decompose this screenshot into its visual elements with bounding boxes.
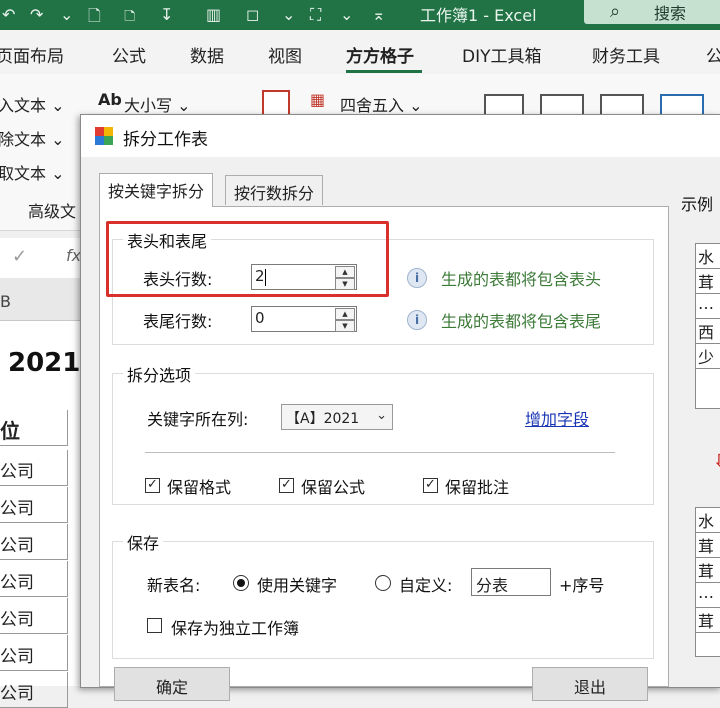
tab-split-by-rows[interactable]: 按行数拆分 — [225, 175, 324, 205]
active-tab-underline — [346, 70, 422, 73]
dropdown-chevron-icon[interactable]: ⌄ — [340, 5, 353, 24]
example-table-top: 水 茸 … 西 少 — [695, 243, 720, 409]
header-hint: 生成的表都将包含表头 — [441, 270, 602, 289]
file-icon[interactable]: 🗅 — [124, 5, 136, 32]
round-menu[interactable]: 四舍五入 ⌄ — [340, 92, 423, 116]
keep-formula-checkbox[interactable]: ✓ — [279, 478, 294, 493]
group-title: 拆分选项 — [123, 362, 196, 386]
tab-split-by-keyword[interactable]: 按关键字拆分 — [99, 173, 214, 207]
split-options-group: 拆分选项 关键字所在列: 【A】2021 ⌄ 增加字段 ✓ 保留格式 ✓ 保留公… — [112, 362, 654, 505]
keyword-column-label: 关键字所在列: — [147, 410, 249, 429]
divider — [145, 452, 615, 453]
table-cell[interactable]: 公司 — [0, 598, 68, 634]
extract-text-menu[interactable]: 取文本 ⌄ — [0, 160, 65, 184]
search-label: 搜索 — [654, 4, 687, 23]
save-group: 保存 新表名: 使用关键字 自定义: 分表 +序号 保存为独立工作簿 — [112, 530, 654, 659]
tab-diy-toolbox[interactable]: DIY工具箱 — [462, 42, 542, 67]
arrow-down-icon: ⇩ — [713, 451, 720, 472]
stepper-down-button[interactable]: ▼ — [335, 320, 355, 332]
example-table-bottom: 水 茸 茸 … 茸 — [695, 507, 720, 657]
sequence-suffix-label: +序号 — [559, 576, 605, 595]
check-icon[interactable]: ✓ — [12, 246, 27, 267]
dialog-title: 拆分工作表 — [123, 130, 208, 150]
save-independent-label: 保存为独立工作簿 — [171, 619, 300, 638]
table-cell[interactable]: 公司 — [0, 487, 68, 523]
annotation-highlight-box — [106, 221, 389, 297]
tab-fangfang[interactable]: 方方格子 — [346, 42, 414, 67]
tab-data[interactable]: 数据 — [190, 42, 224, 67]
case-menu[interactable]: 大小写 ⌄ — [124, 92, 191, 116]
header-cell[interactable]: 位 — [0, 410, 68, 446]
use-keyword-radio[interactable] — [233, 575, 249, 591]
add-field-link[interactable]: 增加字段 — [525, 406, 589, 430]
use-keyword-label: 使用关键字 — [257, 576, 338, 595]
keep-format-label: 保留格式 — [167, 478, 232, 497]
fx-icon[interactable]: fx — [66, 246, 81, 265]
excel-titlebar: ↶ ↷ ⌄ 🗋 🗅 ↧ ▥ ◻ ⌄ ⛶ ⌄ ⌅ 工作簿1 - Excel ⌕ 搜… — [0, 0, 720, 30]
table-cell[interactable]: 公司 — [0, 450, 68, 486]
save-independent-checkbox[interactable] — [147, 618, 162, 633]
column-header-b[interactable]: B — [0, 278, 90, 321]
tab-view[interactable]: 视图 — [268, 42, 302, 67]
dropdown-chevron-icon[interactable]: ⌄ — [60, 5, 73, 24]
undo-icon[interactable]: ↶ — [2, 5, 15, 24]
custom-name-label: 自定义: — [399, 576, 453, 595]
table-cell[interactable]: 公司 — [0, 672, 68, 708]
stepper-up-button[interactable]: ▲ — [335, 308, 355, 320]
exit-button[interactable]: 退出 — [532, 667, 648, 701]
table-cell[interactable]: 公司 — [0, 524, 68, 560]
ok-button[interactable]: 确定 — [114, 667, 230, 701]
chart-icon[interactable]: ▥ — [206, 5, 221, 24]
split-worksheet-dialog: 拆分工作表 按关键字拆分 按行数拆分 表头和表尾 表头行数: 2 ▲ ▼ i 生… — [80, 114, 720, 701]
table-cell[interactable]: 公司 — [0, 635, 68, 671]
window-title: 工作簿1 - Excel — [420, 6, 537, 25]
dropdown-chevron-icon[interactable]: ⌄ — [282, 5, 295, 24]
tab-page-layout[interactable]: 页面布局 — [0, 42, 64, 67]
app-icon — [95, 127, 113, 145]
select-icon[interactable]: ⛶ — [310, 5, 321, 25]
info-icon: i — [407, 310, 427, 330]
custom-name-input[interactable]: 分表 — [471, 568, 551, 596]
footer-hint: 生成的表都将包含表尾 — [441, 312, 602, 331]
sort-az-icon[interactable]: ↧ — [160, 5, 173, 24]
formula-bar: ✓ fx — [0, 238, 90, 279]
search-box[interactable]: ⌕ 搜索 — [584, 0, 720, 24]
case-icon: Ab — [98, 90, 122, 109]
keep-formula-label: 保留公式 — [301, 478, 366, 497]
round-icon: ▦ — [310, 90, 326, 109]
tab-more[interactable]: 公 — [706, 42, 720, 67]
search-icon: ⌕ — [610, 1, 621, 22]
worksheet[interactable]: B 2021 位 公司 公司 公司 公司 公司 公司 公司 — [0, 278, 90, 708]
keyword-column-select[interactable]: 【A】2021 ⌄ — [281, 404, 393, 430]
advanced-text-group: 高级文 — [28, 202, 77, 221]
group-title: 保存 — [123, 530, 164, 554]
ribbon-tabs: 页面布局 公式 数据 视图 方方格子 DIY工具箱 财务工具 公 — [0, 30, 720, 74]
customize-toolbar-icon[interactable]: ⌅ — [372, 5, 385, 24]
keep-comment-label: 保留批注 — [445, 478, 510, 497]
example-title: 示例 — [681, 195, 714, 214]
keep-comment-checkbox[interactable]: ✓ — [423, 478, 438, 493]
chevron-down-icon: ⌄ — [376, 408, 387, 423]
dialog-titlebar[interactable]: 拆分工作表 — [81, 115, 720, 157]
shapes-icon[interactable]: ◻ — [246, 5, 259, 24]
insert-text-menu[interactable]: 入文本 ⌄ — [0, 92, 65, 116]
tab-finance-tools[interactable]: 财务工具 — [592, 42, 660, 67]
tab-formulas[interactable]: 公式 — [112, 42, 146, 67]
new-sheet-name-label: 新表名: — [147, 576, 201, 595]
delete-text-menu[interactable]: 除文本 ⌄ — [0, 126, 65, 150]
redo-icon[interactable]: ↷ — [30, 5, 43, 24]
document-icon[interactable]: 🗋 — [88, 5, 101, 32]
keep-format-checkbox[interactable]: ✓ — [145, 478, 160, 493]
custom-name-radio[interactable] — [375, 575, 391, 591]
year-cell[interactable]: 2021 — [8, 348, 80, 378]
info-icon: i — [407, 268, 427, 288]
footer-rows-stepper[interactable]: 0 ▲ ▼ — [251, 306, 357, 332]
table-cell[interactable]: 公司 — [0, 561, 68, 597]
footer-rows-label: 表尾行数: — [143, 312, 213, 331]
